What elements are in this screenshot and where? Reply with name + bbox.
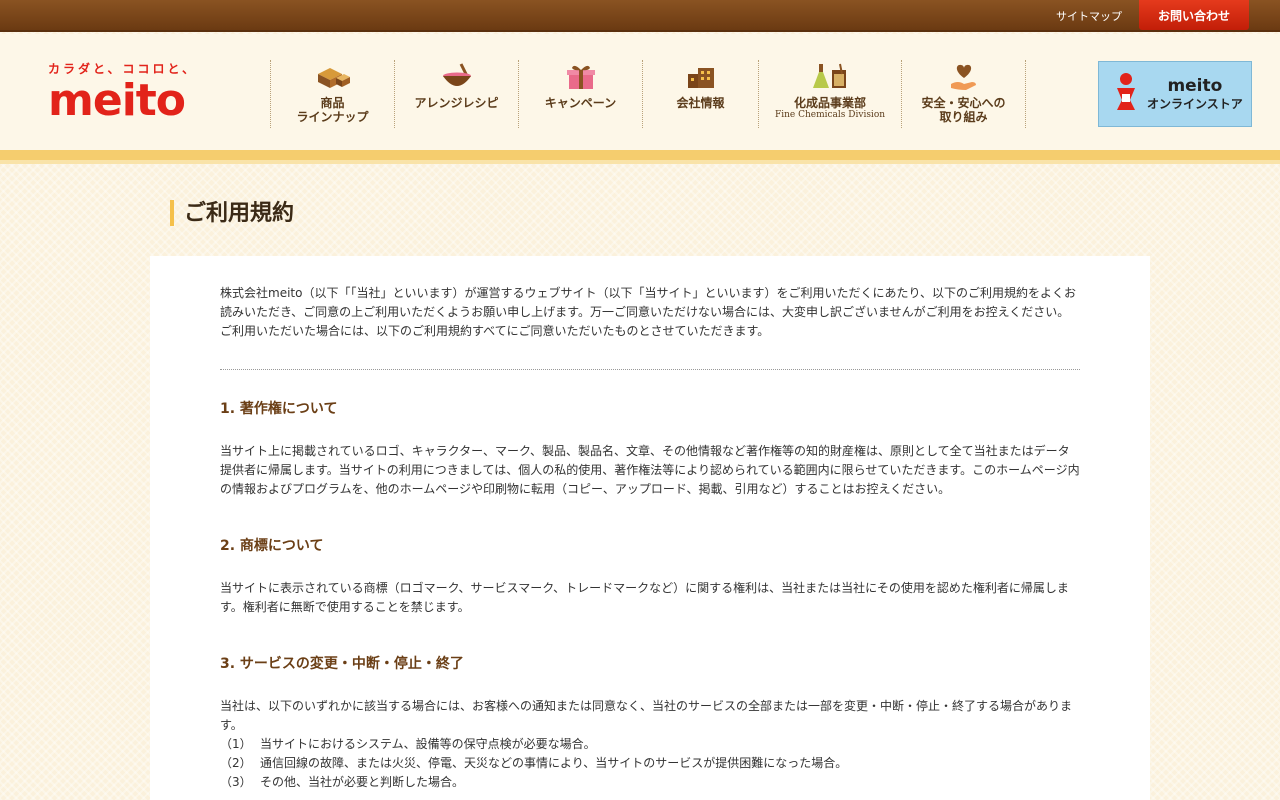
nav-sublabel: Fine Chemicals Division (774, 110, 886, 120)
contact-button[interactable]: お問い合わせ (1139, 0, 1249, 30)
section-body: 当サイト上に掲載されているロゴ、キャラクター、マーク、製品、製品名、文章、その他… (220, 444, 1080, 496)
list-text: 当サイトにおけるシステム、設備等の保守点検が必要な場合。 (260, 737, 596, 751)
logo-wordmark: meito (48, 75, 186, 126)
global-nav: 商品 ラインナップ アレンジレシピ キャンペーン 会社情報 化成品事業部 Fin… (270, 60, 1026, 128)
list-text: その他、当社が必要と判断した場合。 (260, 775, 465, 789)
list-number: （2） (220, 756, 252, 770)
section-heading: 3. サービスの変更・中断・停止・終了 (220, 656, 464, 672)
site-header: カラダと、ココロと、 meito 商品 ラインナップ アレンジレシピ キャンペー… (0, 34, 1280, 164)
list-item: （3） その他、当社が必要と判断した場合。 (220, 773, 1080, 792)
meito-logo[interactable]: カラダと、ココロと、 meito (48, 60, 197, 123)
nav-label: アレンジレシピ (414, 96, 499, 110)
nav-label: 商品 ラインナップ (296, 96, 369, 124)
store-label: オンラインストア (1147, 96, 1243, 111)
nav-item-products[interactable]: 商品 ラインナップ (271, 60, 395, 128)
list-number: （3） (220, 775, 252, 789)
intro-text: 株式会社meito（以下「「当社」といいます）が運営するウェブサイト（以下「当サ… (220, 286, 1076, 338)
section-heading: 2. 商標について (220, 538, 324, 554)
nav-item-company[interactable]: 会社情報 (643, 60, 759, 128)
sweets-box-icon (313, 62, 353, 92)
nav-label: 会社情報 (676, 96, 725, 110)
store-mascot-icon (1115, 72, 1137, 116)
section-body: 当サイトに表示されている商標（ロゴマーク、サービスマーク、トレードマークなど）に… (220, 581, 1069, 614)
nav-item-safety[interactable]: 安全・安心への 取り組み (902, 60, 1026, 128)
flask-icon (810, 62, 850, 92)
online-store-button[interactable]: meito オンラインストア (1098, 61, 1252, 127)
nav-label: 安全・安心への 取り組み (921, 96, 1006, 124)
nav-item-campaign[interactable]: キャンペーン (519, 60, 643, 128)
gift-icon (561, 62, 601, 92)
store-brand: meito (1167, 75, 1223, 96)
building-icon (681, 62, 721, 92)
list-item: （1） 当サイトにおけるシステム、設備等の保守点検が必要な場合。 (220, 735, 1080, 754)
section-heading: 1. 著作権について (220, 401, 338, 417)
divider (220, 369, 1080, 370)
nav-label: 化成品事業部 (793, 96, 866, 110)
nav-item-recipes[interactable]: アレンジレシピ (395, 60, 519, 128)
terms-content: 株式会社meito（以下「「当社」といいます）が運営するウェブサイト（以下「当サ… (150, 256, 1150, 800)
nav-label: キャンペーン (544, 96, 617, 110)
page-title: ご利用規約 (170, 200, 294, 226)
list-item: （2） 通信回線の故障、または火災、停電、天災などの事情により、当サイトのサービス… (220, 754, 1080, 773)
section-body: 当社は、以下のいずれかに該当する場合には、お客様への通知または同意なく、当社のサ… (220, 699, 1073, 732)
heart-hand-icon (944, 62, 984, 92)
list-number: （1） (220, 737, 252, 751)
list-text: 通信回線の故障、または火災、停電、天災などの事情により、当サイトのサービスが提供… (260, 756, 848, 770)
top-utility-bar: サイトマップ お問い合わせ (0, 0, 1280, 32)
mixing-bowl-icon (437, 62, 477, 92)
sitemap-link[interactable]: サイトマップ (1056, 8, 1122, 24)
nav-item-fine-chemicals[interactable]: 化成品事業部 Fine Chemicals Division (759, 60, 902, 128)
